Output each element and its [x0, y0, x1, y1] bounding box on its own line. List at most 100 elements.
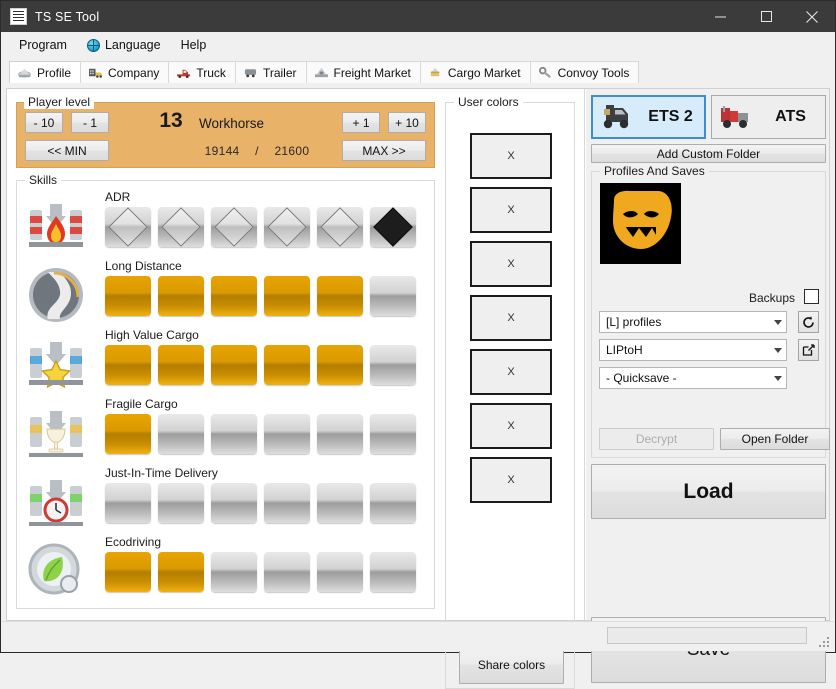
skill-pips-long-distance — [105, 276, 416, 316]
minimize-icon[interactable] — [697, 1, 743, 32]
close-icon[interactable] — [789, 1, 835, 32]
tab-strip: Profile Company Truck — [1, 59, 835, 83]
skill-pip[interactable] — [370, 207, 416, 247]
skill-pip[interactable] — [158, 483, 204, 523]
skill-row-fragile-cargo: Fragile Cargo — [17, 397, 436, 466]
skill-pip[interactable] — [370, 345, 416, 385]
user-color-swatch[interactable]: X — [470, 133, 552, 179]
skill-pip[interactable] — [105, 483, 151, 523]
skill-pip[interactable] — [317, 276, 363, 316]
skill-pip[interactable] — [105, 345, 151, 385]
skill-label: ADR — [105, 190, 130, 204]
skill-pip[interactable] — [264, 345, 310, 385]
skill-pip[interactable] — [211, 207, 257, 247]
skill-pip[interactable] — [105, 207, 151, 247]
profile-pane: Player level - 10 - 1 + 1 + 10 << MIN MA… — [7, 89, 585, 620]
level-minus-ten-button[interactable]: - 10 — [25, 112, 63, 133]
skill-pips-fragile-cargo — [105, 414, 416, 454]
skill-pip[interactable] — [211, 552, 257, 592]
load-button[interactable]: Load — [591, 464, 826, 519]
level-plus-ten-button[interactable]: + 10 — [388, 112, 426, 133]
xp-separator: / — [255, 144, 259, 158]
add-custom-folder-button[interactable]: Add Custom Folder — [591, 144, 826, 163]
skill-pip[interactable] — [211, 483, 257, 523]
profiles-directory-combo[interactable]: [L] profiles — [599, 311, 787, 333]
menu-item-help[interactable]: Help — [171, 35, 217, 55]
menu-item-language[interactable]: Language — [77, 35, 171, 55]
player-level-value: 13 — [151, 109, 191, 133]
tab-trailer[interactable]: Trailer — [235, 61, 307, 83]
skill-pip[interactable] — [105, 552, 151, 592]
skill-pip[interactable] — [264, 483, 310, 523]
player-level-group: Player level - 10 - 1 + 1 + 10 << MIN MA… — [16, 102, 435, 168]
combo-value: [L] profiles — [600, 315, 769, 329]
menu-bar: Program Language Help — [1, 32, 835, 59]
skill-pip[interactable] — [264, 414, 310, 454]
save-selection-combo[interactable]: - Quicksave - — [599, 367, 787, 389]
game-button-ets2[interactable]: ETS 2 — [591, 95, 706, 139]
skill-pips-adr — [105, 207, 416, 247]
skills-group-label: Skills — [25, 173, 61, 187]
user-color-swatch[interactable]: X — [470, 457, 552, 503]
combo-value: - Quicksave - — [600, 371, 769, 385]
adr-hazard-icon — [26, 196, 86, 256]
resize-grip-icon[interactable] — [818, 636, 831, 649]
skill-pips-jit-delivery — [105, 483, 416, 523]
edit-profile-button[interactable] — [798, 339, 819, 361]
tab-truck[interactable]: Truck — [168, 61, 236, 83]
maximize-icon[interactable] — [743, 1, 789, 32]
tab-convoy-tools[interactable]: Convoy Tools — [530, 61, 640, 83]
skill-pip[interactable] — [211, 345, 257, 385]
skill-pip[interactable] — [317, 345, 363, 385]
skill-label: Ecodriving — [105, 535, 161, 549]
skill-pip[interactable] — [105, 276, 151, 316]
open-folder-button[interactable]: Open Folder — [720, 428, 830, 450]
skill-pip[interactable] — [211, 276, 257, 316]
ets2-truck-icon — [599, 103, 633, 131]
level-plus-one-button[interactable]: + 1 — [342, 112, 380, 133]
skill-pip[interactable] — [317, 414, 363, 454]
chevron-down-icon — [769, 340, 786, 360]
skill-pip[interactable] — [370, 483, 416, 523]
skill-pip[interactable] — [158, 207, 204, 247]
profile-name-combo[interactable]: LIPtoH — [599, 339, 787, 361]
globe-icon — [87, 39, 100, 52]
skill-pip[interactable] — [370, 552, 416, 592]
skill-pip[interactable] — [158, 345, 204, 385]
skill-pip[interactable] — [158, 276, 204, 316]
game-button-label: ATS — [756, 108, 825, 126]
chevron-down-icon — [769, 368, 786, 388]
skill-pip[interactable] — [317, 207, 363, 247]
skill-pip[interactable] — [264, 276, 310, 316]
user-color-swatch[interactable]: X — [470, 403, 552, 449]
game-button-ats[interactable]: ATS — [711, 95, 826, 139]
backups-checkbox[interactable] — [804, 289, 819, 304]
user-color-swatch[interactable]: X — [470, 295, 552, 341]
refresh-button[interactable] — [798, 311, 819, 333]
skill-pip[interactable] — [264, 552, 310, 592]
skill-pip[interactable] — [105, 414, 151, 454]
skill-pip[interactable] — [317, 552, 363, 592]
tab-cargo-market[interactable]: Cargo Market — [420, 61, 531, 83]
user-color-swatch[interactable]: X — [470, 349, 552, 395]
window-controls — [697, 1, 835, 32]
ecodriving-icon — [26, 541, 86, 601]
skill-pip[interactable] — [264, 207, 310, 247]
skill-pip[interactable] — [211, 414, 257, 454]
tab-company[interactable]: Company — [80, 61, 169, 83]
user-color-swatch[interactable]: X — [470, 241, 552, 287]
skill-pip[interactable] — [158, 552, 204, 592]
decrypt-button[interactable]: Decrypt — [599, 428, 714, 450]
skill-pip[interactable] — [317, 483, 363, 523]
skill-pip[interactable] — [370, 276, 416, 316]
truck-icon — [176, 66, 191, 79]
menu-item-program[interactable]: Program — [9, 35, 77, 55]
status-bar — [2, 621, 834, 651]
skill-pip[interactable] — [158, 414, 204, 454]
level-minus-one-button[interactable]: - 1 — [71, 112, 109, 133]
tab-freight-market[interactable]: Freight Market — [306, 61, 421, 83]
tab-profile[interactable]: Profile — [9, 61, 81, 83]
level-min-button[interactable]: << MIN — [25, 140, 109, 161]
user-color-swatch[interactable]: X — [470, 187, 552, 233]
skill-pip[interactable] — [370, 414, 416, 454]
